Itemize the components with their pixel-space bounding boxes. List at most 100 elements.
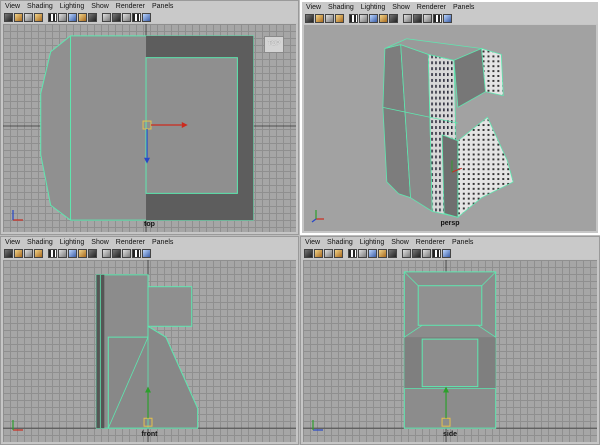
isolate-icon[interactable] — [412, 249, 421, 258]
camera-icon[interactable] — [305, 14, 314, 23]
viewport-top[interactable]: TOP top — [3, 24, 296, 232]
xray-icon[interactable] — [403, 14, 412, 23]
film-icon[interactable] — [14, 13, 23, 22]
panel-toolbar — [1, 248, 298, 259]
smooth-shade-icon[interactable] — [58, 249, 67, 258]
wireframe-icon[interactable] — [48, 13, 57, 22]
safe-action-icon[interactable] — [443, 14, 452, 23]
shadows-icon[interactable] — [88, 13, 97, 22]
film-gate-icon[interactable] — [132, 249, 141, 258]
resolution-gate-icon[interactable] — [423, 14, 432, 23]
menu-renderer[interactable]: Renderer — [116, 1, 145, 12]
lights-icon[interactable] — [378, 249, 387, 258]
panel-menu-bar: View Shading Lighting Show Renderer Pane… — [1, 237, 298, 248]
top-view-scene — [3, 24, 296, 232]
menu-panels[interactable]: Panels — [152, 237, 173, 248]
menu-lighting[interactable]: Lighting — [60, 1, 85, 12]
texture-icon[interactable] — [369, 14, 378, 23]
grid-icon[interactable] — [324, 249, 333, 258]
panel-persp[interactable]: View Shading Lighting Show Renderer Pane… — [300, 0, 600, 235]
side-view-scene — [303, 260, 597, 442]
bookmark-icon[interactable] — [34, 13, 43, 22]
safe-action-icon[interactable] — [142, 249, 151, 258]
panel-menu-bar: View Shading Lighting Show Renderer Pane… — [301, 237, 599, 248]
grid-icon[interactable] — [24, 249, 33, 258]
menu-renderer[interactable]: Renderer — [116, 237, 145, 248]
menu-lighting[interactable]: Lighting — [60, 237, 85, 248]
panel-side[interactable]: View Shading Lighting Show Renderer Pane… — [300, 236, 600, 445]
film-icon[interactable] — [315, 14, 324, 23]
menu-panels[interactable]: Panels — [152, 1, 173, 12]
viewport-front[interactable]: front — [3, 260, 296, 442]
camera-label: persp — [440, 220, 460, 227]
menu-renderer[interactable]: Renderer — [416, 237, 445, 248]
resolution-gate-icon[interactable] — [122, 249, 131, 258]
xray-icon[interactable] — [102, 249, 111, 258]
safe-action-icon[interactable] — [142, 13, 151, 22]
wireframe-icon[interactable] — [348, 249, 357, 258]
camera-icon[interactable] — [4, 13, 13, 22]
film-icon[interactable] — [14, 249, 23, 258]
grid-icon[interactable] — [24, 13, 33, 22]
safe-action-icon[interactable] — [442, 249, 451, 258]
menu-lighting[interactable]: Lighting — [360, 237, 385, 248]
menu-shading[interactable]: Shading — [328, 2, 354, 13]
film-gate-icon[interactable] — [132, 13, 141, 22]
panel-front[interactable]: View Shading Lighting Show Renderer Pane… — [0, 236, 299, 445]
wireframe-icon[interactable] — [48, 249, 57, 258]
camera-icon[interactable] — [4, 249, 13, 258]
resolution-gate-icon[interactable] — [422, 249, 431, 258]
menu-shading[interactable]: Shading — [27, 237, 53, 248]
panel-top[interactable]: View Shading Lighting Show Renderer Pane… — [0, 0, 299, 235]
menu-view[interactable]: View — [5, 237, 20, 248]
panel-menu-bar: View Shading Lighting Show Renderer Pane… — [302, 2, 598, 13]
menu-view[interactable]: View — [305, 237, 320, 248]
lights-icon[interactable] — [78, 13, 87, 22]
shadows-icon[interactable] — [88, 249, 97, 258]
texture-icon[interactable] — [368, 249, 377, 258]
menu-shading[interactable]: Shading — [27, 1, 53, 12]
viewport-side[interactable]: side — [303, 260, 597, 442]
smooth-shade-icon[interactable] — [358, 249, 367, 258]
smooth-shade-icon[interactable] — [58, 13, 67, 22]
menu-panels[interactable]: Panels — [453, 2, 474, 13]
bookmark-icon[interactable] — [334, 249, 343, 258]
menu-view[interactable]: View — [5, 1, 20, 12]
smooth-shade-icon[interactable] — [359, 14, 368, 23]
grid-icon[interactable] — [325, 14, 334, 23]
film-icon[interactable] — [314, 249, 323, 258]
xray-icon[interactable] — [402, 249, 411, 258]
camera-label: front — [141, 431, 158, 438]
menu-show[interactable]: Show — [392, 2, 410, 13]
shadows-icon[interactable] — [388, 249, 397, 258]
isolate-icon[interactable] — [413, 14, 422, 23]
front-view-scene — [3, 260, 296, 442]
view-cube[interactable]: TOP — [264, 36, 284, 53]
lights-icon[interactable] — [78, 249, 87, 258]
isolate-icon[interactable] — [112, 13, 121, 22]
film-gate-icon[interactable] — [432, 249, 441, 258]
texture-icon[interactable] — [68, 13, 77, 22]
menu-show[interactable]: Show — [91, 1, 109, 12]
texture-icon[interactable] — [68, 249, 77, 258]
resolution-gate-icon[interactable] — [122, 13, 131, 22]
bookmark-icon[interactable] — [335, 14, 344, 23]
camera-label: side — [442, 431, 457, 438]
menu-renderer[interactable]: Renderer — [417, 2, 446, 13]
menu-show[interactable]: Show — [91, 237, 109, 248]
lights-icon[interactable] — [379, 14, 388, 23]
menu-view[interactable]: View — [306, 2, 321, 13]
film-gate-icon[interactable] — [433, 14, 442, 23]
four-view-layout: View Shading Lighting Show Renderer Pane… — [0, 0, 600, 445]
wireframe-icon[interactable] — [349, 14, 358, 23]
xray-icon[interactable] — [102, 13, 111, 22]
menu-shading[interactable]: Shading — [327, 237, 353, 248]
shadows-icon[interactable] — [389, 14, 398, 23]
menu-panels[interactable]: Panels — [452, 237, 473, 248]
menu-lighting[interactable]: Lighting — [361, 2, 386, 13]
menu-show[interactable]: Show — [391, 237, 409, 248]
isolate-icon[interactable] — [112, 249, 121, 258]
camera-icon[interactable] — [304, 249, 313, 258]
viewport-persp[interactable]: persp — [304, 25, 596, 231]
bookmark-icon[interactable] — [34, 249, 43, 258]
